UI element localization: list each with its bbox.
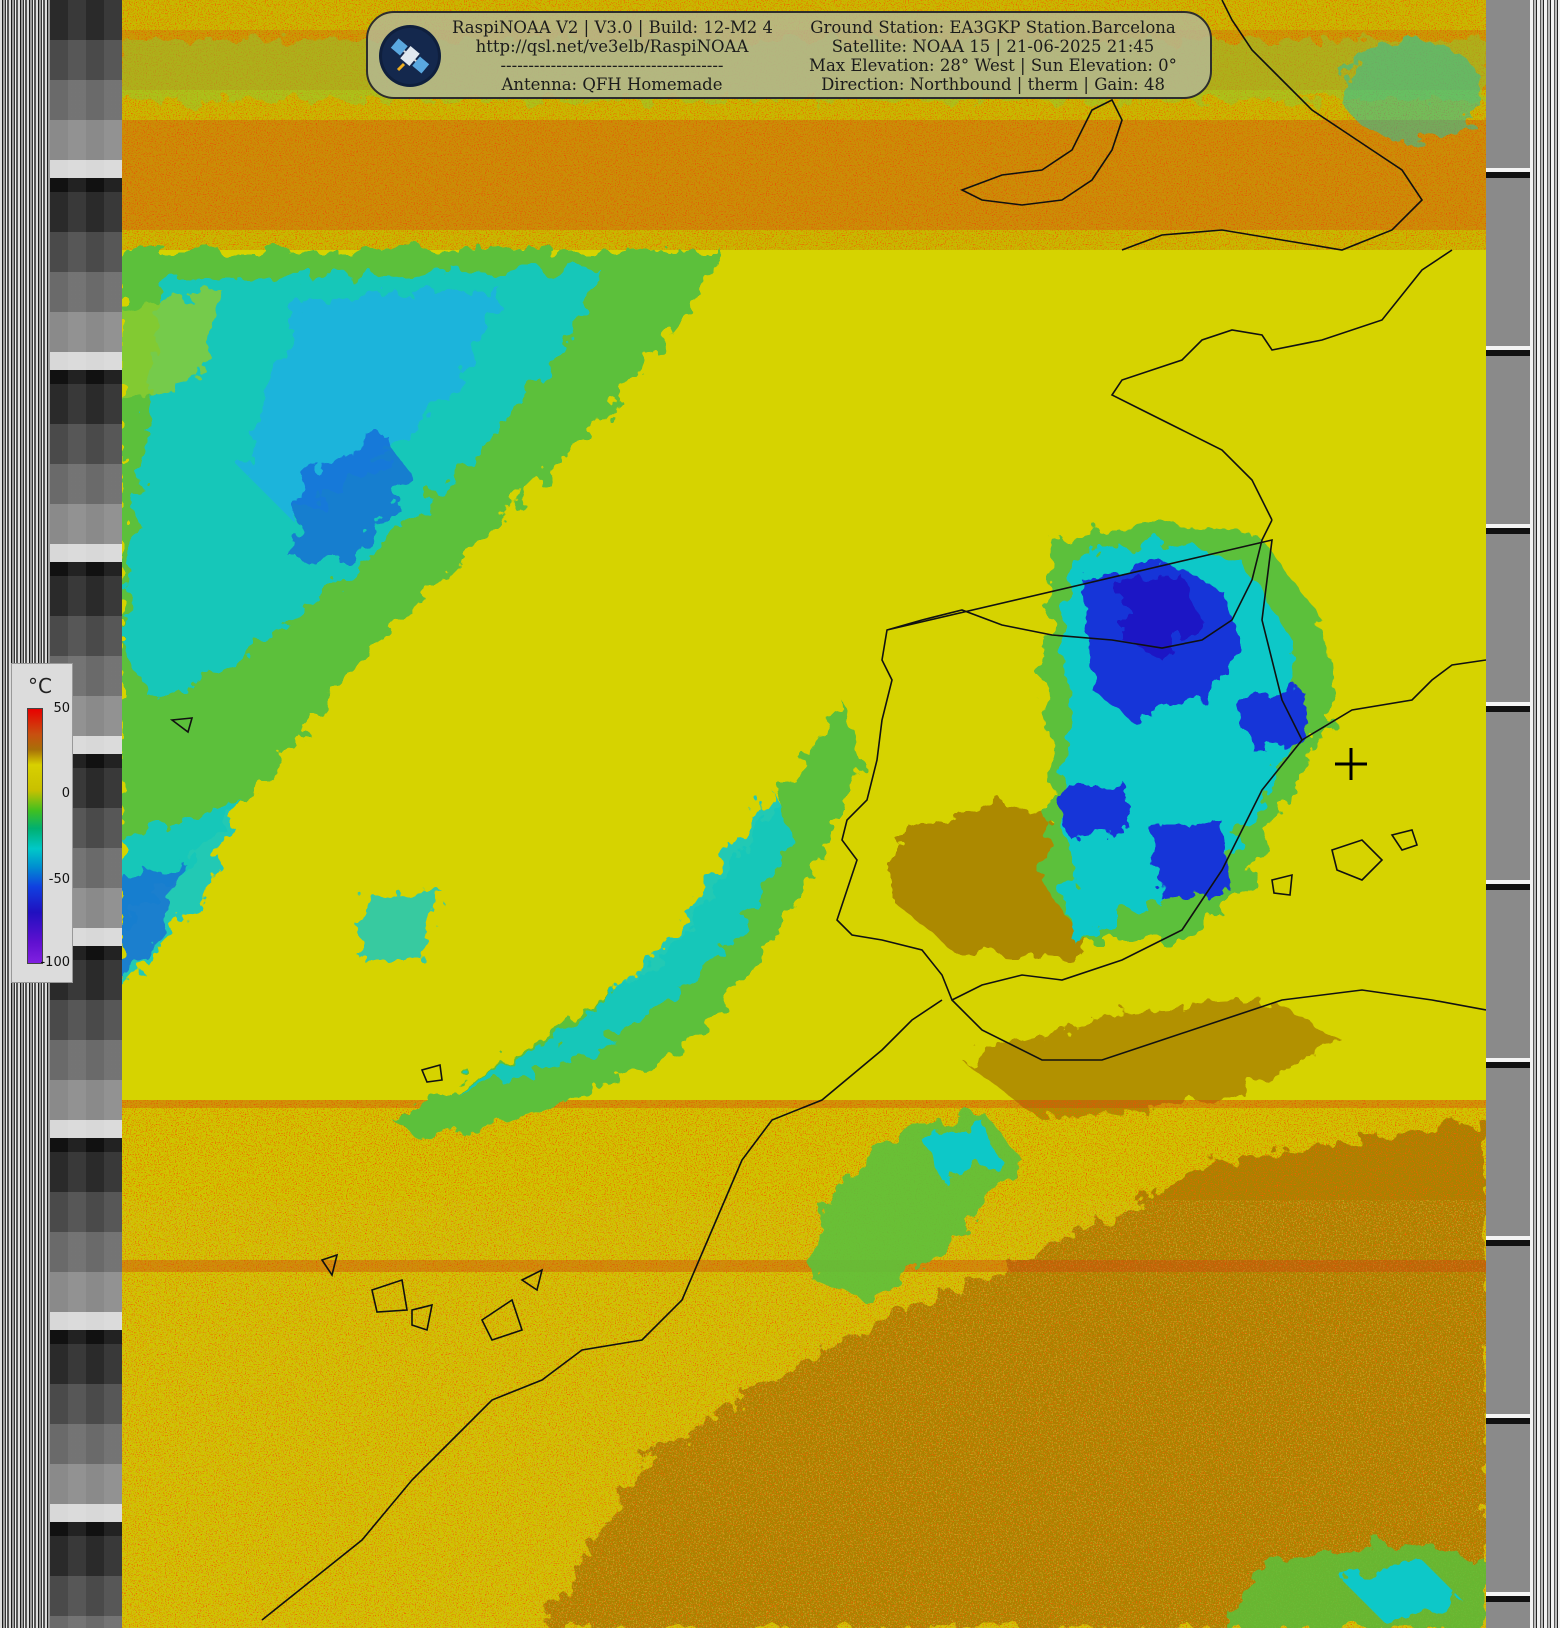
header-direction-line: Direction: Northbound | therm | Gain: 48 xyxy=(821,75,1165,94)
noaa-thermal-image: RaspiNOAA V2 | V3.0 | Build: 12-M2 4 htt… xyxy=(0,0,1560,1628)
header-divider-line: ---------------------------------------- xyxy=(500,56,724,75)
header-elevation-line: Max Elevation: 28° West | Sun Elevation:… xyxy=(809,56,1177,75)
telemetry-noise-right xyxy=(1530,0,1560,1628)
pass-info-header: RaspiNOAA V2 | V3.0 | Build: 12-M2 4 htt… xyxy=(366,11,1212,99)
satellite-icon xyxy=(379,25,441,87)
header-satellite-line: Satellite: NOAA 15 | 21-06-2025 21:45 xyxy=(831,37,1155,56)
legend-color-bar xyxy=(27,708,43,964)
legend-tick-minus-50: -50 xyxy=(48,872,70,887)
legend-tick-0: 0 xyxy=(61,786,70,801)
header-url-line: http://qsl.net/ve3elb/RaspiNOAA xyxy=(475,37,749,56)
legend-tick-50: 50 xyxy=(53,701,70,716)
header-software-line: RaspiNOAA V2 | V3.0 | Build: 12-M2 4 xyxy=(452,18,772,37)
header-station-line: Ground Station: EA3GKP Station.Barcelona xyxy=(810,18,1176,37)
map-graphics xyxy=(122,0,1486,1628)
header-column-right: Ground Station: EA3GKP Station.Barcelona… xyxy=(780,18,1206,94)
header-antenna-line: Antenna: QFH Homemade xyxy=(501,75,723,94)
telemetry-wedges-right xyxy=(1486,0,1530,1628)
header-column-left: RaspiNOAA V2 | V3.0 | Build: 12-M2 4 htt… xyxy=(452,18,772,94)
temperature-legend: °C 50 0 -50 -100 xyxy=(11,663,73,983)
thermal-map xyxy=(122,0,1486,1628)
legend-tick-minus-100: -100 xyxy=(40,955,70,970)
legend-unit: °C xyxy=(28,674,52,698)
